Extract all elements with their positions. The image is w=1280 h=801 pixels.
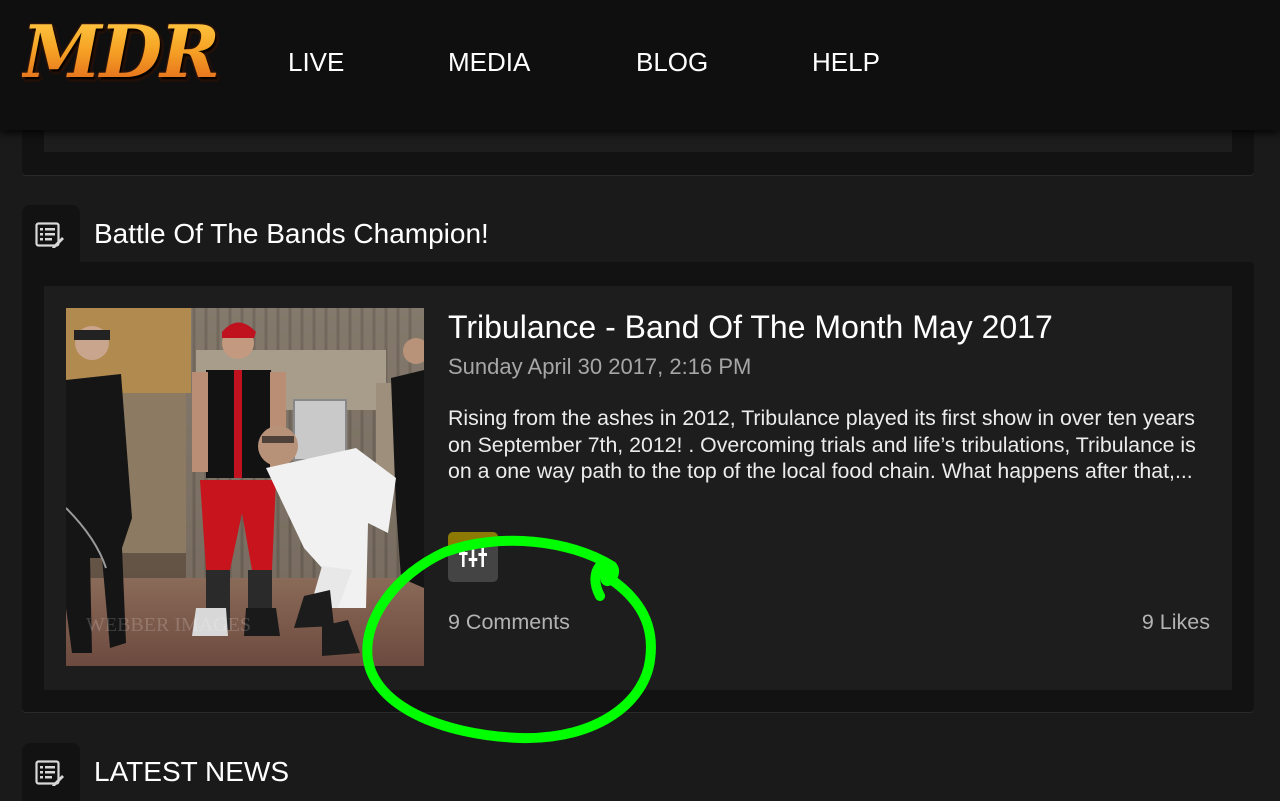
article-date: Sunday April 30 2017, 2:16 PM — [448, 354, 752, 379]
article-excerpt: Rising from the ashes in 2012, Tribulanc… — [448, 406, 1196, 483]
article-title[interactable]: Tribulance - Band Of The Month May 2017 — [448, 307, 1053, 347]
news-list-icon — [22, 205, 80, 263]
likes-count[interactable]: 9 Likes — [1142, 608, 1210, 636]
section-title: LATEST NEWS — [94, 756, 290, 787]
button-highlight — [448, 532, 498, 546]
featured-panel: WEBBER IMAGES Tribulance - Band Of The M… — [22, 262, 1254, 712]
featured-section-header: Battle Of The Bands Champion! — [22, 205, 489, 263]
share-button[interactable] — [448, 532, 498, 582]
sliders-icon — [459, 547, 487, 567]
previous-panel — [22, 125, 1254, 175]
news-list-icon — [22, 743, 80, 801]
nav-live[interactable]: LIVE — [288, 45, 344, 79]
section-title: Battle Of The Bands Champion! — [94, 218, 489, 249]
nav-blog[interactable]: BLOG — [636, 45, 708, 79]
comments-link[interactable]: 9 Comments — [448, 608, 570, 636]
svg-text:WEBBER IMAGES: WEBBER IMAGES — [86, 614, 251, 636]
band-photo[interactable]: WEBBER IMAGES — [66, 308, 424, 666]
latest-news-header: LATEST NEWS — [22, 743, 422, 801]
nav-help[interactable]: HELP — [812, 45, 880, 79]
site-logo[interactable]: MDR — [22, 12, 220, 92]
site-header: MDR LIVE MEDIA BLOG HELP — [0, 0, 1280, 130]
nav-media[interactable]: MEDIA — [448, 45, 530, 79]
article-card: WEBBER IMAGES Tribulance - Band Of The M… — [44, 286, 1232, 690]
